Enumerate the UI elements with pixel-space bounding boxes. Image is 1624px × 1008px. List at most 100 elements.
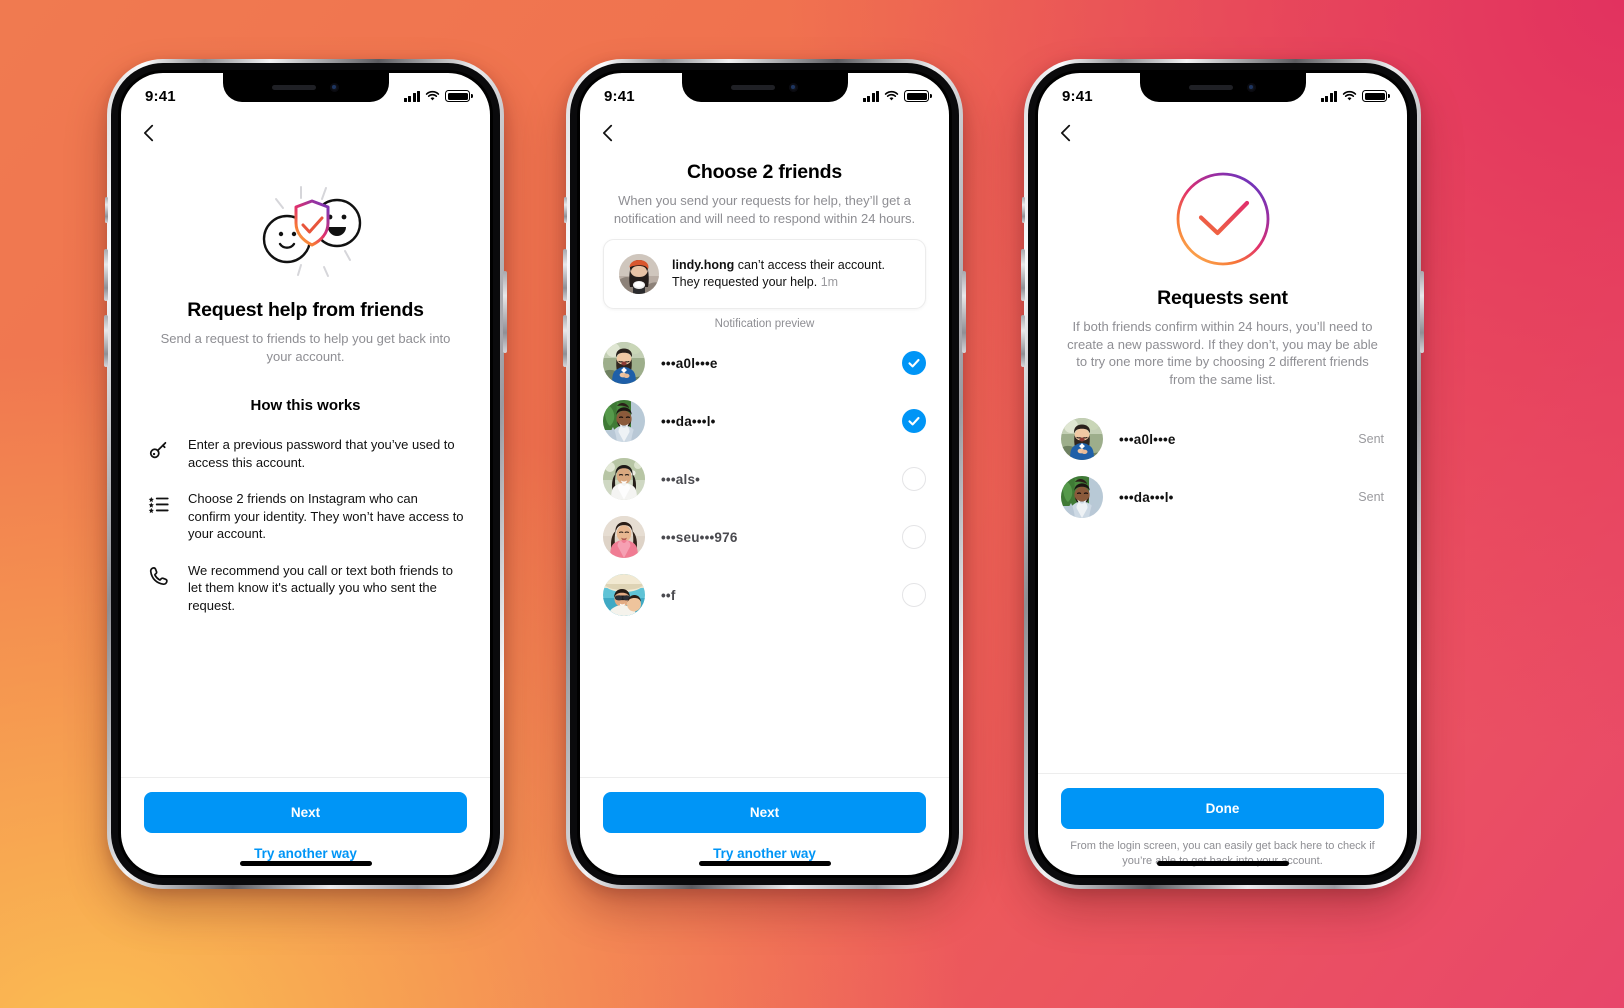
step-text: Enter a previous password that you’ve us… xyxy=(188,437,455,470)
nav-bar-1 xyxy=(121,111,490,155)
list-item[interactable]: •••a0l•••e xyxy=(603,334,926,392)
phone-screen-3: 9:41 Requests sent If both friends confi… xyxy=(1038,73,1407,875)
home-indicator[interactable] xyxy=(239,861,372,866)
back-chevron-icon[interactable] xyxy=(138,122,160,144)
wifi-icon xyxy=(884,90,899,101)
friend-username: •••a0l•••e xyxy=(1119,431,1176,447)
steps-list: Enter a previous password that you’ve us… xyxy=(121,436,490,633)
home-indicator[interactable] xyxy=(1156,861,1289,866)
friend-selection-list: •••a0l•••e •••da•••l• •••als• •••seu•••9… xyxy=(580,334,949,777)
step-item: We recommend you call or text both frien… xyxy=(147,562,464,615)
front-camera-icon xyxy=(330,83,339,92)
status-icons xyxy=(403,90,473,102)
two-faces-with-shield-check-icon xyxy=(147,173,464,285)
wifi-icon xyxy=(425,90,440,101)
check-icon xyxy=(908,358,920,368)
status-icons xyxy=(862,90,932,102)
earpiece-speaker-icon xyxy=(272,85,316,90)
volume-up-button[interactable] xyxy=(563,249,567,301)
done-button[interactable]: Done xyxy=(1061,788,1384,829)
hero-section-3: Requests sent If both friends confirm wi… xyxy=(1038,155,1407,388)
screen-content-1: Request help from friends Send a request… xyxy=(121,73,490,875)
notification-username: lindy.hong xyxy=(672,257,735,272)
screen-body-2: Choose 2 friends When you send your requ… xyxy=(580,155,949,777)
power-button[interactable] xyxy=(503,271,507,353)
status-time: 9:41 xyxy=(1062,87,1093,105)
phone-screen-2: 9:41 Choose 2 friends When you send your… xyxy=(580,73,949,875)
page-subtitle: When you send your requests for help, th… xyxy=(613,193,916,226)
notification-time: 1m xyxy=(820,275,839,289)
step-text: Choose 2 friends on Instagram who can co… xyxy=(188,491,464,541)
hero-section-1: Request help from friends Send a request… xyxy=(121,155,490,365)
selection-checkbox-unchecked[interactable] xyxy=(902,467,926,491)
phone-mockup-1: 9:41 Request help from friends Send a re… xyxy=(104,59,507,889)
gradient-circle-check-icon xyxy=(1064,167,1381,271)
volume-down-button[interactable] xyxy=(563,315,567,367)
check-icon xyxy=(908,416,920,426)
avatar-friend-3 xyxy=(603,458,645,500)
list-item: •••da•••l• Sent xyxy=(1061,468,1384,526)
list-item[interactable]: •••da•••l• xyxy=(603,392,926,450)
next-button[interactable]: Next xyxy=(144,792,467,833)
list-item[interactable]: ••f xyxy=(603,566,926,624)
home-indicator[interactable] xyxy=(698,861,831,866)
front-camera-icon xyxy=(1247,83,1256,92)
status-badge: Sent xyxy=(1358,490,1384,504)
notch xyxy=(222,73,389,102)
page-subtitle: Send a request to friends to help you ge… xyxy=(160,331,451,364)
status-time: 9:41 xyxy=(604,87,635,105)
page-title: Choose 2 friends xyxy=(687,161,842,183)
cellular-signal-icon xyxy=(403,90,420,102)
list-item: •••a0l•••e Sent xyxy=(1061,410,1384,468)
avatar-friend-4 xyxy=(603,516,645,558)
list-item[interactable]: •••als• xyxy=(603,450,926,508)
back-chevron-icon[interactable] xyxy=(597,122,619,144)
screenshot-stage: 9:41 Request help from friends Send a re… xyxy=(0,0,1624,1008)
avatar-friend-2 xyxy=(1061,476,1103,518)
page-title: Request help from friends xyxy=(187,299,424,321)
selection-checkbox-unchecked[interactable] xyxy=(902,525,926,549)
avatar-friend-5 xyxy=(603,574,645,616)
selection-checkbox-checked[interactable] xyxy=(902,351,926,375)
phone-mockup-3: 9:41 Requests sent If both friends confi… xyxy=(1021,59,1424,889)
volume-up-button[interactable] xyxy=(1021,249,1025,301)
phone-screen-1: 9:41 Request help from friends Send a re… xyxy=(121,73,490,875)
phone-mockup-2: 9:41 Choose 2 friends When you send your… xyxy=(563,59,966,889)
status-badge: Sent xyxy=(1358,432,1384,446)
earpiece-speaker-icon xyxy=(1189,85,1233,90)
friend-username: •••a0l•••e xyxy=(661,355,718,371)
volume-up-button[interactable] xyxy=(104,249,108,301)
mute-switch[interactable] xyxy=(564,197,567,223)
avatar-friend-1 xyxy=(1061,418,1103,460)
nav-bar-2 xyxy=(580,111,949,155)
status-time: 9:41 xyxy=(145,87,176,105)
cellular-signal-icon xyxy=(1320,90,1337,102)
volume-down-button[interactable] xyxy=(1021,315,1025,367)
avatar-lindy-hong xyxy=(619,254,659,294)
earpiece-speaker-icon xyxy=(731,85,775,90)
status-icons xyxy=(1320,90,1390,102)
notification-text: lindy.hong can’t access their account. T… xyxy=(672,257,910,292)
selection-checkbox-unchecked[interactable] xyxy=(902,583,926,607)
mute-switch[interactable] xyxy=(1022,197,1025,223)
next-button[interactable]: Next xyxy=(603,792,926,833)
selection-checkbox-checked[interactable] xyxy=(902,409,926,433)
phone-icon xyxy=(147,564,171,588)
page-title: Requests sent xyxy=(1157,287,1288,309)
key-icon xyxy=(147,438,171,462)
volume-down-button[interactable] xyxy=(104,315,108,367)
screen-content-3: Requests sent If both friends confirm wi… xyxy=(1038,73,1407,875)
mute-switch[interactable] xyxy=(105,197,108,223)
notch xyxy=(1139,73,1306,102)
sent-requests-list: •••a0l•••e Sent •••da•••l• Sent xyxy=(1038,410,1407,773)
friend-username: •••als• xyxy=(661,471,701,487)
power-button[interactable] xyxy=(962,271,966,353)
step-text: We recommend you call or text both frien… xyxy=(188,562,453,613)
back-chevron-icon[interactable] xyxy=(1055,122,1077,144)
friend-username: •••seu•••976 xyxy=(661,529,738,545)
avatar-friend-1 xyxy=(603,342,645,384)
screen-body-1: Request help from friends Send a request… xyxy=(121,155,490,777)
list-item[interactable]: •••seu•••976 xyxy=(603,508,926,566)
power-button[interactable] xyxy=(1420,271,1424,353)
section-title-how-this-works: How this works xyxy=(250,397,361,414)
